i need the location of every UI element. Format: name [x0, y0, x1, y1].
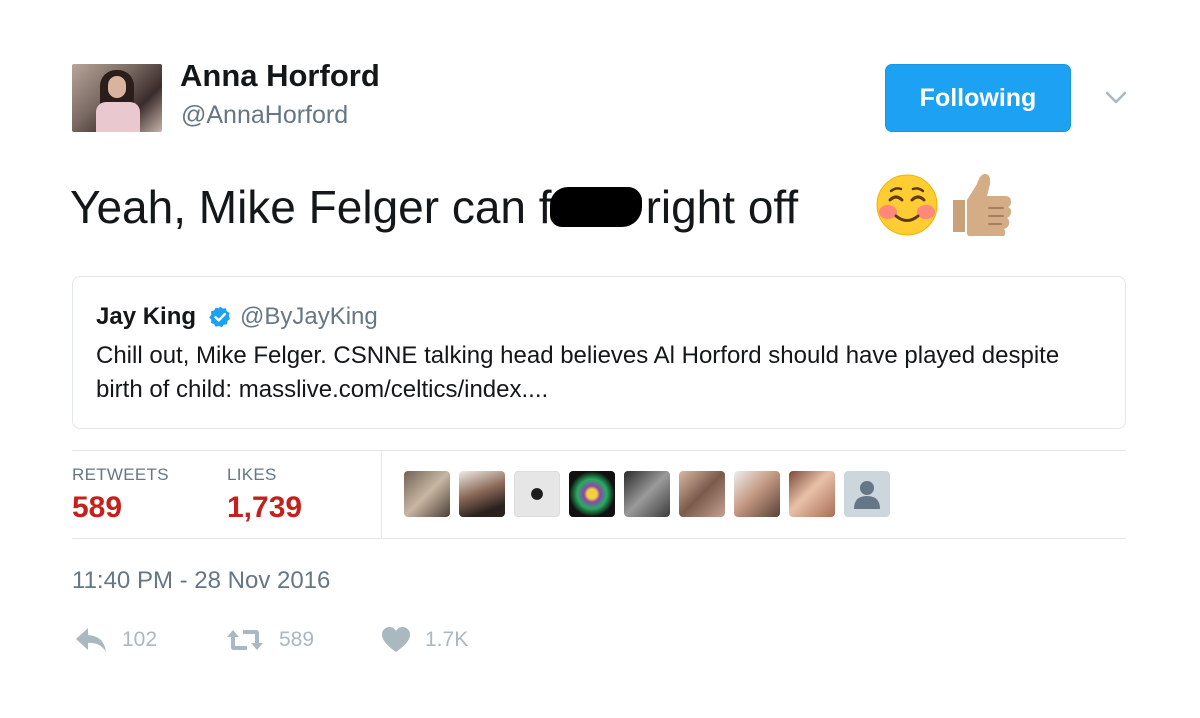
stats-vertical-divider — [381, 450, 382, 538]
chevron-down-icon[interactable] — [1103, 84, 1129, 110]
quoted-display-name[interactable]: Jay King — [96, 303, 196, 331]
default-user-icon — [854, 481, 880, 509]
liker-avatar[interactable] — [734, 471, 780, 517]
like-count: 1.7K — [425, 628, 469, 651]
tweet-text-start: Yeah, Mike Felger can f — [70, 181, 552, 233]
author-handle[interactable]: @AnnaHorford — [181, 101, 348, 130]
liker-avatars — [404, 471, 890, 517]
thumbs-up-icon — [953, 174, 1011, 236]
liker-avatar[interactable] — [459, 471, 505, 517]
liker-avatar-default[interactable] — [844, 471, 890, 517]
likes-count[interactable]: 1,739 — [227, 491, 302, 525]
likes-label[interactable]: LIKES — [227, 465, 277, 485]
retweet-icon — [227, 630, 263, 650]
stats-top-divider — [72, 450, 1126, 451]
liker-avatar[interactable] — [514, 471, 560, 517]
following-button[interactable]: Following — [885, 64, 1071, 132]
redaction-mark — [549, 187, 642, 227]
reply-count: 102 — [122, 628, 158, 651]
quoted-tweet-text: Chill out, Mike Felger. CSNNE talking he… — [96, 342, 1060, 403]
author-display-name[interactable]: Anna Horford — [180, 58, 380, 94]
like-action[interactable]: 1.7K — [381, 626, 468, 654]
liker-avatar[interactable] — [404, 471, 450, 517]
quoted-handle[interactable]: @ByJayKing — [240, 303, 378, 331]
verified-badge-icon — [209, 306, 230, 328]
retweet-count: 589 — [279, 628, 315, 651]
liker-avatar[interactable] — [679, 471, 725, 517]
reply-icon — [76, 628, 106, 652]
tweet-text-end: right off — [645, 181, 799, 233]
retweets-label[interactable]: RETWEETS — [72, 465, 169, 485]
smiling-face-with-blush-icon — [876, 174, 938, 236]
author-avatar[interactable] — [72, 64, 162, 132]
retweets-count[interactable]: 589 — [72, 491, 122, 525]
retweet-action[interactable]: 589 — [225, 626, 314, 654]
stats-bottom-divider — [72, 538, 1126, 539]
tweet-text: Yeah, Mike Felger can f right off — [70, 180, 798, 234]
liker-avatar[interactable] — [789, 471, 835, 517]
heart-icon — [382, 627, 410, 652]
liker-avatar[interactable] — [624, 471, 670, 517]
tweet-timestamp[interactable]: 11:40 PM - 28 Nov 2016 — [72, 567, 330, 595]
reply-action[interactable]: 102 — [74, 626, 157, 654]
liker-avatar[interactable] — [569, 471, 615, 517]
